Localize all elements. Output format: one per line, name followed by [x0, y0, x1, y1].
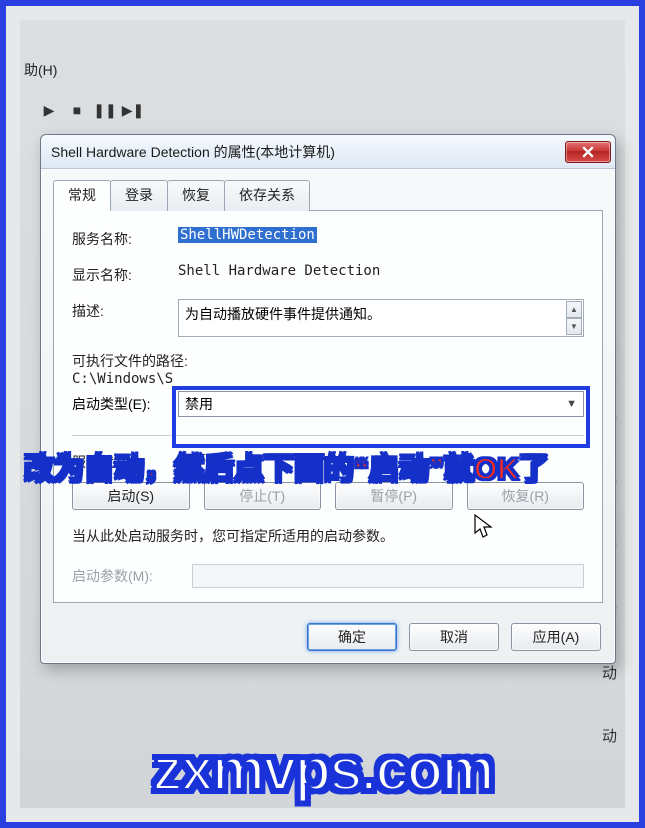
value-service-status: 已停止 — [178, 450, 584, 470]
tab-general[interactable]: 常规 — [53, 180, 111, 211]
close-button[interactable] — [565, 141, 611, 163]
dialog-title: Shell Hardware Detection 的属性(本地计算机) — [51, 142, 565, 162]
tab-panel-general: 服务名称: ShellHWDetection 显示名称: Shell Hardw… — [53, 210, 603, 603]
pause-button[interactable]: 暂停(P) — [335, 482, 453, 510]
dialog-button-row: 确定 取消 应用(A) — [41, 615, 615, 663]
label-service-name: 服务名称: — [72, 227, 178, 249]
value-display-name: Shell Hardware Detection — [178, 263, 584, 279]
startup-hint: 当从此处启动服务时，您可指定所适用的启动参数。 — [72, 526, 584, 546]
tab-dependencies[interactable]: 依存关系 — [224, 180, 310, 211]
value-description: 为自动播放硬件事件提供通知。 — [185, 306, 381, 322]
start-button[interactable]: 启动(S) — [72, 482, 190, 510]
separator — [72, 435, 584, 436]
startup-type-value: 禁用 — [185, 394, 213, 414]
ok-button[interactable]: 确定 — [307, 623, 397, 651]
label-description: 描述: — [72, 299, 178, 321]
label-service-status: 服务状态: — [72, 450, 178, 472]
pause-icon[interactable]: ❚❚ — [96, 101, 114, 119]
play-icon[interactable]: ▶ — [40, 101, 58, 119]
titlebar[interactable]: Shell Hardware Detection 的属性(本地计算机) — [41, 135, 615, 169]
scroll-up-icon[interactable]: ▲ — [566, 301, 582, 318]
value-service-name[interactable]: ShellHWDetection — [178, 227, 317, 243]
stop-icon[interactable]: ■ — [68, 101, 86, 119]
tabstrip: 常规 登录 恢复 依存关系 — [41, 169, 615, 210]
label-exe-path: 可执行文件的路径: — [72, 351, 584, 371]
bg-text: 动 — [602, 725, 617, 746]
tab-logon[interactable]: 登录 — [110, 180, 168, 211]
startup-type-combo[interactable]: 禁用 ▼ — [178, 391, 584, 417]
resume-button[interactable]: 恢复(R) — [467, 482, 585, 510]
tab-recovery[interactable]: 恢复 — [167, 180, 225, 211]
apply-button[interactable]: 应用(A) — [511, 623, 601, 651]
background-toolbar: ▶ ■ ❚❚ ▶❚ — [30, 90, 615, 130]
label-startup-type: 启动类型(E): — [72, 394, 178, 414]
start-params-input[interactable] — [192, 564, 584, 588]
bg-text: 动 — [602, 662, 617, 683]
cancel-button[interactable]: 取消 — [409, 623, 499, 651]
restart-icon[interactable]: ▶❚ — [124, 101, 142, 119]
background-menu-item[interactable]: 助(H) — [24, 60, 57, 80]
properties-dialog: Shell Hardware Detection 的属性(本地计算机) 常规 登… — [40, 134, 616, 664]
stop-button[interactable]: 停止(T) — [204, 482, 322, 510]
photo-frame: 助(H) ▶ ■ ❚❚ ▶❚ 动 动 动 动 动 动 Shell Hardwar… — [0, 0, 645, 828]
value-exe-path: C:\Windows\S — [72, 371, 584, 387]
description-box[interactable]: 为自动播放硬件事件提供通知。 ▲ ▼ — [178, 299, 584, 337]
scroll-down-icon[interactable]: ▼ — [566, 318, 582, 335]
label-start-params: 启动参数(M): — [72, 566, 192, 586]
description-scroll[interactable]: ▲ ▼ — [566, 301, 582, 335]
label-display-name: 显示名称: — [72, 263, 178, 285]
close-icon — [582, 146, 594, 158]
chevron-down-icon: ▼ — [566, 398, 577, 410]
